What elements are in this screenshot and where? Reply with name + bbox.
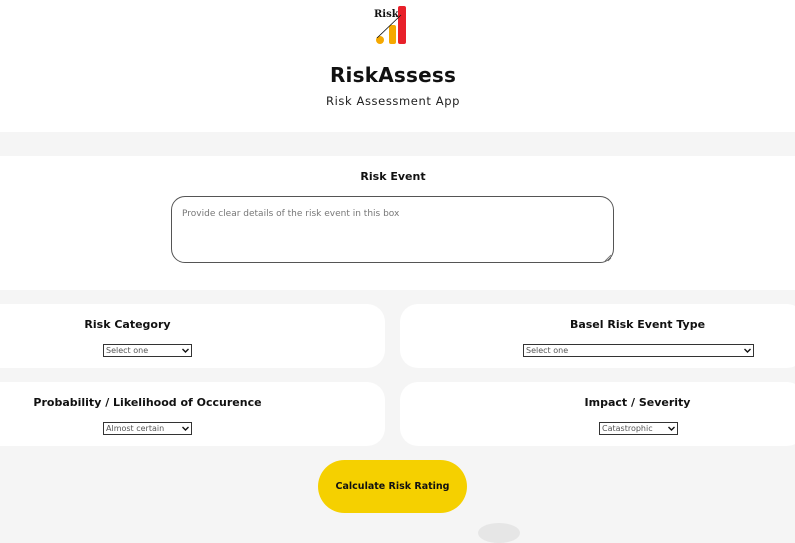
- chevron-down-icon: [182, 348, 189, 353]
- probability-label: Probability / Likelihood of Occurence: [33, 396, 262, 409]
- chevron-down-icon: [744, 348, 751, 353]
- risk-category-select[interactable]: Select one: [103, 344, 192, 357]
- basel-type-card: Basel Risk Event Type Select one: [400, 304, 795, 368]
- impact-label: Impact / Severity: [584, 396, 691, 409]
- risk-logo-icon: Risk: [374, 6, 406, 44]
- basel-type-label: Basel Risk Event Type: [569, 318, 706, 331]
- svg-text:Risk: Risk: [374, 9, 400, 20]
- impact-select[interactable]: Catastrophic: [599, 422, 678, 435]
- impact-card: Impact / Severity Catastrophic: [400, 382, 795, 446]
- basel-type-selected-value: Select one: [526, 346, 569, 355]
- risk-event-section: Risk Event: [0, 156, 795, 290]
- probability-card: Probability / Likelihood of Occurence Al…: [0, 382, 385, 446]
- risk-event-label: Risk Event: [360, 170, 426, 183]
- app-header: Risk RiskAssess Risk Assessment App: [0, 0, 795, 132]
- basel-type-select[interactable]: Select one: [523, 344, 754, 357]
- risk-category-selected-value: Select one: [106, 346, 149, 355]
- probability-selected-value: Almost certain: [106, 424, 165, 433]
- risk-category-card: Risk Category Select one: [0, 304, 385, 368]
- probability-select[interactable]: Almost certain: [103, 422, 192, 435]
- risk-category-label: Risk Category: [84, 318, 171, 331]
- resize-grip-icon[interactable]: [604, 254, 612, 262]
- scroll-to-top-button[interactable]: [478, 523, 520, 543]
- app-subtitle: Risk Assessment App: [326, 94, 460, 108]
- calculate-risk-button[interactable]: Calculate Risk Rating: [318, 460, 467, 513]
- chevron-down-icon: [668, 426, 675, 431]
- chevron-down-icon: [182, 426, 189, 431]
- risk-event-textarea[interactable]: [171, 196, 614, 263]
- impact-selected-value: Catastrophic: [602, 424, 653, 433]
- app-title: RiskAssess: [329, 63, 457, 87]
